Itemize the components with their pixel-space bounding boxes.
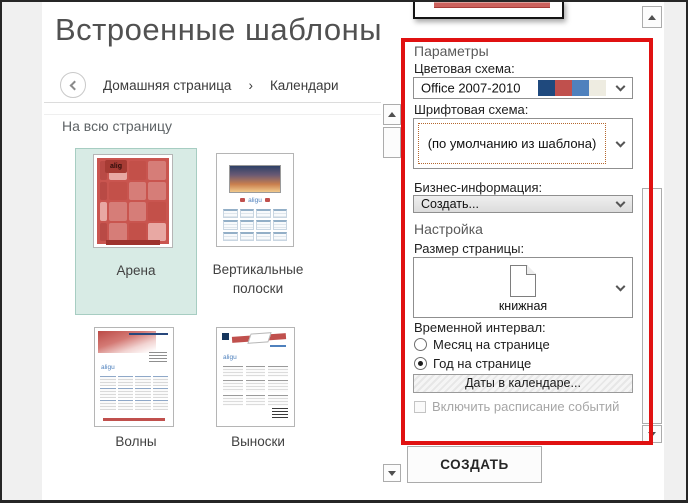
chevron-down-icon bbox=[615, 197, 626, 208]
template-name: Арена bbox=[116, 263, 156, 278]
options-panel-header: Параметры bbox=[414, 43, 489, 59]
radio-year-on-page[interactable]: Год на странице bbox=[414, 355, 531, 371]
template-tile-waves[interactable]: aligu Волны bbox=[75, 322, 197, 456]
radio-month-label: Месяц на странице bbox=[433, 336, 550, 352]
options-scrollbar-thumb[interactable] bbox=[642, 188, 662, 424]
create-button[interactable]: СОЗДАТЬ bbox=[407, 446, 542, 483]
radio-year-label: Год на странице bbox=[433, 355, 532, 371]
decoration bbox=[272, 408, 288, 419]
template-tile-arena[interactable]: alig Арена bbox=[75, 148, 197, 315]
portrait-page-icon bbox=[510, 265, 536, 297]
color-scheme-value: Office 2007-2010 bbox=[421, 80, 521, 96]
calendar-dates-button[interactable]: Даты в календаре... bbox=[413, 374, 633, 393]
font-scheme-selected-item: (по умолчанию из шаблона) bbox=[418, 123, 606, 164]
include-events-checkbox[interactable] bbox=[414, 400, 426, 413]
calendar-grid-decoration bbox=[100, 376, 168, 410]
font-scheme-value: (по умолчанию из шаблона) bbox=[427, 136, 597, 151]
page-title: Встроенные шаблоны bbox=[55, 12, 383, 47]
gallery-scroll-up-button[interactable] bbox=[383, 104, 401, 125]
gallery-section-label: На всю страницу bbox=[62, 118, 173, 134]
swatch-dark-blue bbox=[538, 80, 555, 96]
decoration bbox=[149, 352, 167, 363]
business-info-value: Создать... bbox=[421, 197, 479, 211]
gallery-scrollbar-thumb[interactable] bbox=[383, 127, 401, 158]
thumbnail-title-text: aligu bbox=[217, 197, 293, 204]
decoration bbox=[222, 333, 229, 340]
divider bbox=[44, 102, 381, 103]
font-scheme-label: Шрифтовая схема: bbox=[414, 102, 529, 117]
include-events-row: Включить расписание событий bbox=[414, 399, 619, 414]
publisher-templates-window: Встроенные шаблоны Домашняя страница › К… bbox=[0, 0, 688, 503]
customize-header: Настройка bbox=[414, 221, 483, 237]
color-scheme-label: Цветовая схема: bbox=[414, 61, 515, 76]
triangle-down-icon bbox=[388, 470, 396, 476]
page-size-label: Размер страницы: bbox=[414, 241, 525, 256]
include-events-label: Включить расписание событий bbox=[432, 399, 620, 414]
template-name: Волны bbox=[115, 434, 157, 449]
chevron-down-icon bbox=[615, 281, 626, 292]
template-name: Вертикальные полоски bbox=[212, 262, 304, 296]
decoration bbox=[103, 418, 165, 421]
template-tile-callouts[interactable]: aligu Выноски bbox=[197, 322, 319, 456]
template-thumbnail: aligu bbox=[216, 153, 294, 247]
chevron-down-icon bbox=[615, 81, 626, 92]
triangle-down-icon bbox=[648, 431, 656, 437]
decoration bbox=[270, 345, 286, 347]
radio-unselected-icon bbox=[414, 337, 427, 351]
template-thumbnail: alig bbox=[93, 154, 173, 248]
font-scheme-dropdown[interactable]: (по умолчанию из шаблона) bbox=[413, 118, 633, 169]
template-thumbnail: aligu bbox=[216, 327, 295, 427]
business-info-dropdown[interactable]: Создать... bbox=[413, 195, 633, 213]
decoration bbox=[106, 240, 160, 245]
color-scheme-dropdown[interactable]: Office 2007-2010 bbox=[413, 77, 633, 99]
page-size-value: книжная bbox=[498, 299, 548, 313]
swatch-blue bbox=[572, 80, 589, 96]
breadcrumb-current: Календари bbox=[269, 77, 339, 93]
swatch-cream bbox=[589, 80, 606, 96]
calendar-grid-decoration bbox=[223, 209, 287, 241]
template-tile-vertical-stripes[interactable]: aligu Вертикальные полоски bbox=[197, 148, 319, 315]
ribbon-decoration bbox=[231, 333, 287, 343]
thumbnail-title-text: aligu bbox=[223, 354, 237, 361]
back-arrow-icon bbox=[69, 80, 80, 90]
swatch-red bbox=[555, 80, 572, 96]
breadcrumb-home[interactable]: Домашняя страница bbox=[103, 78, 231, 93]
calendar-grid-decoration bbox=[223, 366, 288, 406]
decoration bbox=[129, 333, 168, 335]
triangle-up-icon bbox=[648, 14, 656, 20]
triangle-up-icon bbox=[388, 112, 396, 117]
template-preview-partial bbox=[413, 0, 564, 19]
business-info-label: Бизнес-информация: bbox=[414, 180, 543, 195]
breadcrumb: Домашняя страница › Календари bbox=[60, 72, 339, 98]
back-button[interactable] bbox=[60, 72, 86, 98]
options-scroll-down-button[interactable] bbox=[642, 425, 662, 443]
thumbnail-title-text: alig bbox=[105, 160, 127, 173]
gallery-scroll-down-button[interactable] bbox=[383, 464, 401, 482]
radio-selected-icon bbox=[414, 356, 427, 370]
color-swatches bbox=[538, 80, 606, 96]
page-size-dropdown[interactable]: книжная bbox=[413, 257, 633, 318]
breadcrumb-separator: › bbox=[248, 77, 253, 93]
thumbnail-title-text: aligu bbox=[101, 364, 115, 371]
options-scroll-up-button[interactable] bbox=[642, 6, 662, 28]
template-thumbnail: aligu bbox=[94, 327, 174, 427]
chevron-down-icon bbox=[615, 137, 626, 148]
template-name: Выноски bbox=[231, 434, 285, 449]
sunset-photo-decoration bbox=[229, 165, 281, 193]
decoration bbox=[434, 2, 550, 8]
radio-month-on-page[interactable]: Месяц на странице bbox=[414, 336, 550, 352]
right-margin bbox=[664, 2, 686, 500]
time-interval-label: Временной интервал: bbox=[414, 320, 546, 335]
left-margin bbox=[2, 2, 42, 500]
divider bbox=[44, 114, 381, 115]
